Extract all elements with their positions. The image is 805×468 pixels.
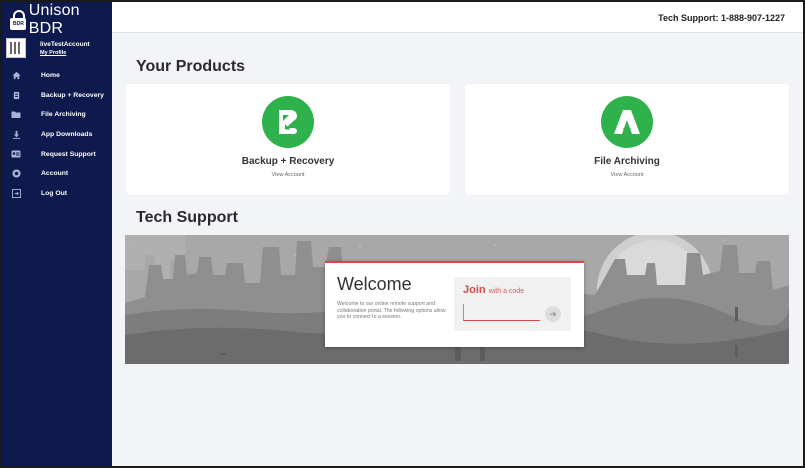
product-card-file-archiving[interactable]: File Archiving View Account — [465, 84, 789, 195]
user-panel: liveTestAccount My Profile — [6, 38, 90, 58]
sidebar-item-app-downloads[interactable]: App Downloads — [2, 125, 112, 145]
product-card-backup-recovery[interactable]: Backup + Recovery View Account — [126, 84, 450, 195]
folder-icon — [11, 110, 21, 120]
tech-support-section-title: Tech Support — [136, 209, 238, 226]
sidebar: BDR Unison BDR liveTestAccount My Profil… — [2, 2, 112, 466]
app-name: Unison BDR — [28, 2, 80, 37]
download-icon — [11, 130, 21, 140]
lock-logo-icon: BDR — [10, 10, 26, 30]
sidebar-item-log-out[interactable]: Log Out — [2, 184, 112, 204]
backup-recovery-logo-icon — [262, 96, 314, 148]
backup-icon — [11, 90, 21, 100]
home-icon — [11, 71, 21, 81]
app-logo[interactable]: BDR Unison BDR — [10, 2, 112, 37]
sidebar-item-label: App Downloads — [41, 131, 93, 139]
product-name: File Archiving — [594, 156, 660, 167]
session-code-input[interactable] — [463, 304, 540, 321]
view-account-link[interactable]: View Account — [465, 172, 789, 178]
welcome-text: Welcome to our online remote support and… — [337, 301, 446, 320]
sidebar-item-account[interactable]: Account — [2, 164, 112, 184]
file-archiving-logo-icon — [601, 96, 653, 148]
my-profile-link[interactable]: My Profile — [40, 50, 90, 56]
tech-support-phone: Tech Support: 1-888-907-1227 — [658, 13, 785, 23]
sidebar-item-request-support[interactable]: Request Support — [2, 144, 112, 164]
arrow-right-icon: ➜ — [549, 308, 557, 319]
welcome-panel: Welcome Welcome to our online remote sup… — [325, 261, 584, 347]
sidebar-item-label: Home — [41, 72, 60, 80]
user-name: liveTestAccount — [40, 41, 90, 48]
sidebar-item-backup-recovery[interactable]: Backup + Recovery — [2, 86, 112, 106]
product-name: Backup + Recovery — [241, 156, 335, 167]
account-icon — [11, 169, 21, 179]
view-account-link[interactable]: View Account — [126, 172, 450, 178]
top-bar: Tech Support: 1-888-907-1227 — [112, 2, 803, 33]
welcome-title: Welcome — [337, 274, 412, 294]
join-suffix: with a code — [488, 288, 525, 295]
sidebar-item-label: Account — [41, 170, 69, 178]
join-submit-button[interactable]: ➜ — [545, 306, 561, 322]
logout-icon — [11, 188, 21, 198]
sidebar-item-label: Backup + Recovery — [41, 91, 104, 99]
sidebar-item-home[interactable]: Home — [2, 66, 112, 86]
sidebar-item-label: Request Support — [41, 150, 96, 158]
sidebar-item-label: File Archiving — [41, 111, 86, 119]
support-icon — [11, 149, 21, 159]
sidebar-item-file-archiving[interactable]: File Archiving — [2, 105, 112, 125]
join-title: Join with a code — [463, 284, 524, 296]
sidebar-item-label: Log Out — [41, 189, 68, 197]
products-section-title: Your Products — [136, 58, 246, 75]
avatar — [6, 38, 26, 58]
join-session-box: Join with a code ➜ — [454, 277, 571, 331]
join-label: Join — [463, 284, 486, 296]
app-window: BDR Unison BDR liveTestAccount My Profil… — [2, 2, 803, 466]
sidebar-nav: Home Backup + Recovery File Archiving Ap… — [2, 66, 112, 203]
